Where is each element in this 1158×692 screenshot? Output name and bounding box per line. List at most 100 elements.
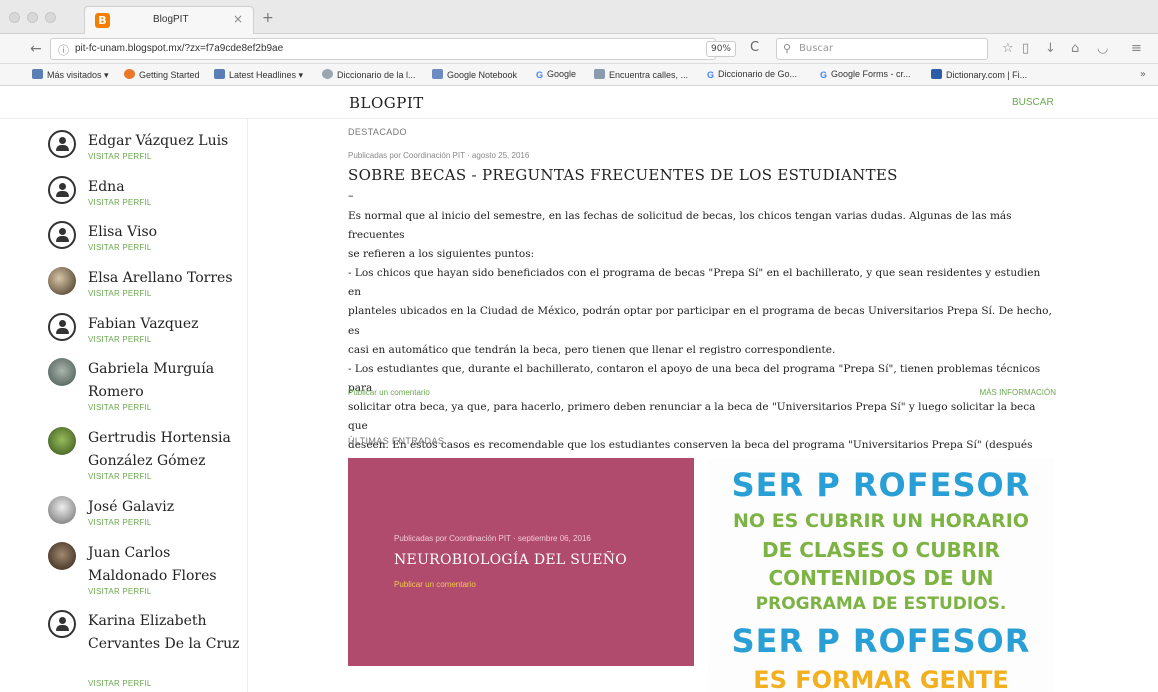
poster-line: NO ES CUBRIR UN HORARIO [733,510,1029,532]
browser-tab[interactable]: B BlogPIT × [84,6,254,34]
visit-profile-link[interactable]: VISITAR PERFIL [88,152,152,161]
bookmark-item[interactable]: G Google Forms - cr... [820,69,911,80]
poster-image[interactable]: SER P ROFESOR NO ES CUBRIR UN HORARIO DE… [708,458,1054,692]
zoom-indicator[interactable]: 90% [706,41,736,57]
post-title[interactable]: SOBRE BECAS - PREGUNTAS FRECUENTES DE LO… [348,166,898,184]
search-input[interactable]: ⚲ Buscar [776,38,988,60]
profile-name[interactable]: Gertrudis Hortensia González Gómez [88,427,247,473]
bookmark-item[interactable]: G Google [536,69,576,80]
default-avatar-icon [48,221,76,249]
profile-name[interactable]: Edna [88,176,247,199]
poster-line: CONTENIDOS DE UN [768,566,994,590]
avatar [48,496,76,524]
profile-name[interactable]: Elisa Viso [88,221,247,244]
visit-profile-link[interactable]: VISITAR PERFIL [88,679,152,688]
map-icon [594,69,605,79]
visit-profile-link[interactable]: VISITAR PERFIL [88,472,152,481]
search-placeholder: Buscar [799,43,834,54]
firefox-icon [124,69,135,79]
visit-profile-link[interactable]: VISITAR PERFIL [88,289,152,298]
blog-title[interactable]: BLOGPIT [349,94,424,112]
post-line: se refieren a los siguientes puntos: [348,248,535,261]
poster-line: SER P ROFESOR [731,466,1031,504]
post-line: - Los estudiantes que, durante el bachil… [348,362,1041,394]
blog-header: BLOGPIT BUSCAR [0,87,1158,119]
profile-name[interactable]: Gabriela Murguía Romero [88,358,247,404]
profile-name[interactable]: Karina Elizabeth Cervantes De la Cruz [88,610,247,656]
profile-name[interactable]: Edgar Vázquez Luis [88,130,247,153]
clipboard-icon[interactable]: ▯ [1022,41,1029,56]
post-line: planteles ubicados en la Ciudad de Méxic… [348,305,1052,337]
visit-profile-link[interactable]: VISITAR PERFIL [88,403,152,412]
avatar [48,267,76,295]
bookmark-item[interactable]: G Diccionario de Go... [707,69,797,80]
bookmarks-bar: Más visitados ▾ Getting Started Latest H… [0,64,1158,86]
rss-icon [214,69,225,79]
dictionary-icon [931,69,942,79]
card-comment-link[interactable]: Publicar un comentario [394,580,476,589]
default-avatar-icon [48,130,76,158]
bookmark-item[interactable]: Latest Headlines ▾ [214,69,303,81]
profile-name[interactable]: José Galaviz [88,496,247,519]
bookmark-item[interactable]: Encuentra calles, ... [594,69,688,80]
url-bar[interactable]: ⓘ pit-fc-unam.blogspot.mx/?zx=f7a9cde8ef… [50,38,716,60]
poster-line: PROGRAMA DE ESTUDIOS. [755,594,1007,614]
new-tab-button[interactable]: + [262,10,274,26]
close-icon[interactable]: × [233,12,243,26]
tab-title: BlogPIT [153,14,189,25]
avatar [48,427,76,455]
post-divider: – [348,189,354,202]
globe-icon [322,69,333,79]
post-line: deseen. En estos casos es recomendable q… [348,439,1033,452]
folder-icon [32,69,43,79]
google-icon: G [820,70,828,80]
info-icon[interactable]: ⓘ [58,42,69,58]
back-arrow-icon[interactable]: ← [30,41,42,57]
notebook-icon [432,69,443,79]
default-avatar-icon [48,176,76,204]
bookmark-item[interactable]: Más visitados ▾ [32,69,109,81]
card-title[interactable]: NEUROBIOLOGÍA DEL SUEÑO [394,552,627,568]
bookmarks-overflow-icon[interactable]: » [1140,69,1146,80]
visit-profile-link[interactable]: VISITAR PERFIL [88,587,152,596]
post-line: casi en automático que tendrán la beca, … [348,343,836,356]
star-icon[interactable]: ☆ [1002,41,1014,56]
visit-profile-link[interactable]: VISITAR PERFIL [88,518,152,527]
visit-profile-link[interactable]: VISITAR PERFIL [88,335,152,344]
avatar [48,542,76,570]
bookmark-item[interactable]: Google Notebook [432,69,517,80]
post-line: - Los chicos que hayan sido beneficiados… [348,267,1041,299]
home-icon[interactable]: ⌂ [1071,41,1079,56]
browser-navbar: ← ⓘ pit-fc-unam.blogspot.mx/?zx=f7a9cde8… [0,34,1158,64]
post-excerpt: Es normal que al inicio del semestre, en… [348,207,1056,474]
menu-icon[interactable]: ≡ [1131,41,1142,56]
pocket-icon[interactable]: ◡ [1097,41,1108,56]
download-icon[interactable]: ↓ [1045,41,1056,56]
comment-link[interactable]: Publicar un comentario [348,388,430,397]
google-icon: G [536,70,544,80]
bookmark-item[interactable]: Getting Started [124,69,200,80]
poster-line: ES FORMAR GENTE [753,666,1009,692]
profile-name[interactable]: Elsa Arellano Torres [88,267,247,290]
poster-line: SER P ROFESOR [731,622,1031,660]
default-avatar-icon [48,313,76,341]
url-text[interactable]: pit-fc-unam.blogspot.mx/?zx=f7a9cde8ef2b… [75,43,283,54]
latest-post-card[interactable]: Publicadas por Coordinación PIT · septie… [348,458,694,666]
blogger-icon: B [95,13,110,28]
post-meta: Publicadas por Coordinación PIT · agosto… [348,151,530,160]
bookmark-item[interactable]: Diccionario de la l... [322,69,416,80]
visit-profile-link[interactable]: VISITAR PERFIL [88,243,152,252]
visit-profile-link[interactable]: VISITAR PERFIL [88,198,152,207]
minimize-window-button[interactable] [27,12,38,23]
post-line: Es normal que al inicio del semestre, en… [348,210,1012,242]
maximize-window-button[interactable] [45,12,56,23]
bookmark-item[interactable]: Dictionary.com | Fi... [931,69,1027,80]
search-button[interactable]: BUSCAR [1012,97,1054,108]
post-line: solicitar otra beca, ya que, para hacerl… [348,400,1036,433]
card-meta: Publicadas por Coordinación PIT · septie… [394,534,591,543]
close-window-button[interactable] [9,12,20,23]
reload-icon[interactable]: C [750,40,759,55]
more-info-link[interactable]: MÁS INFORMACIÓN [980,388,1056,397]
profile-name[interactable]: Fabian Vazquez [88,313,247,336]
profile-name[interactable]: Juan Carlos Maldonado Flores [88,542,247,588]
